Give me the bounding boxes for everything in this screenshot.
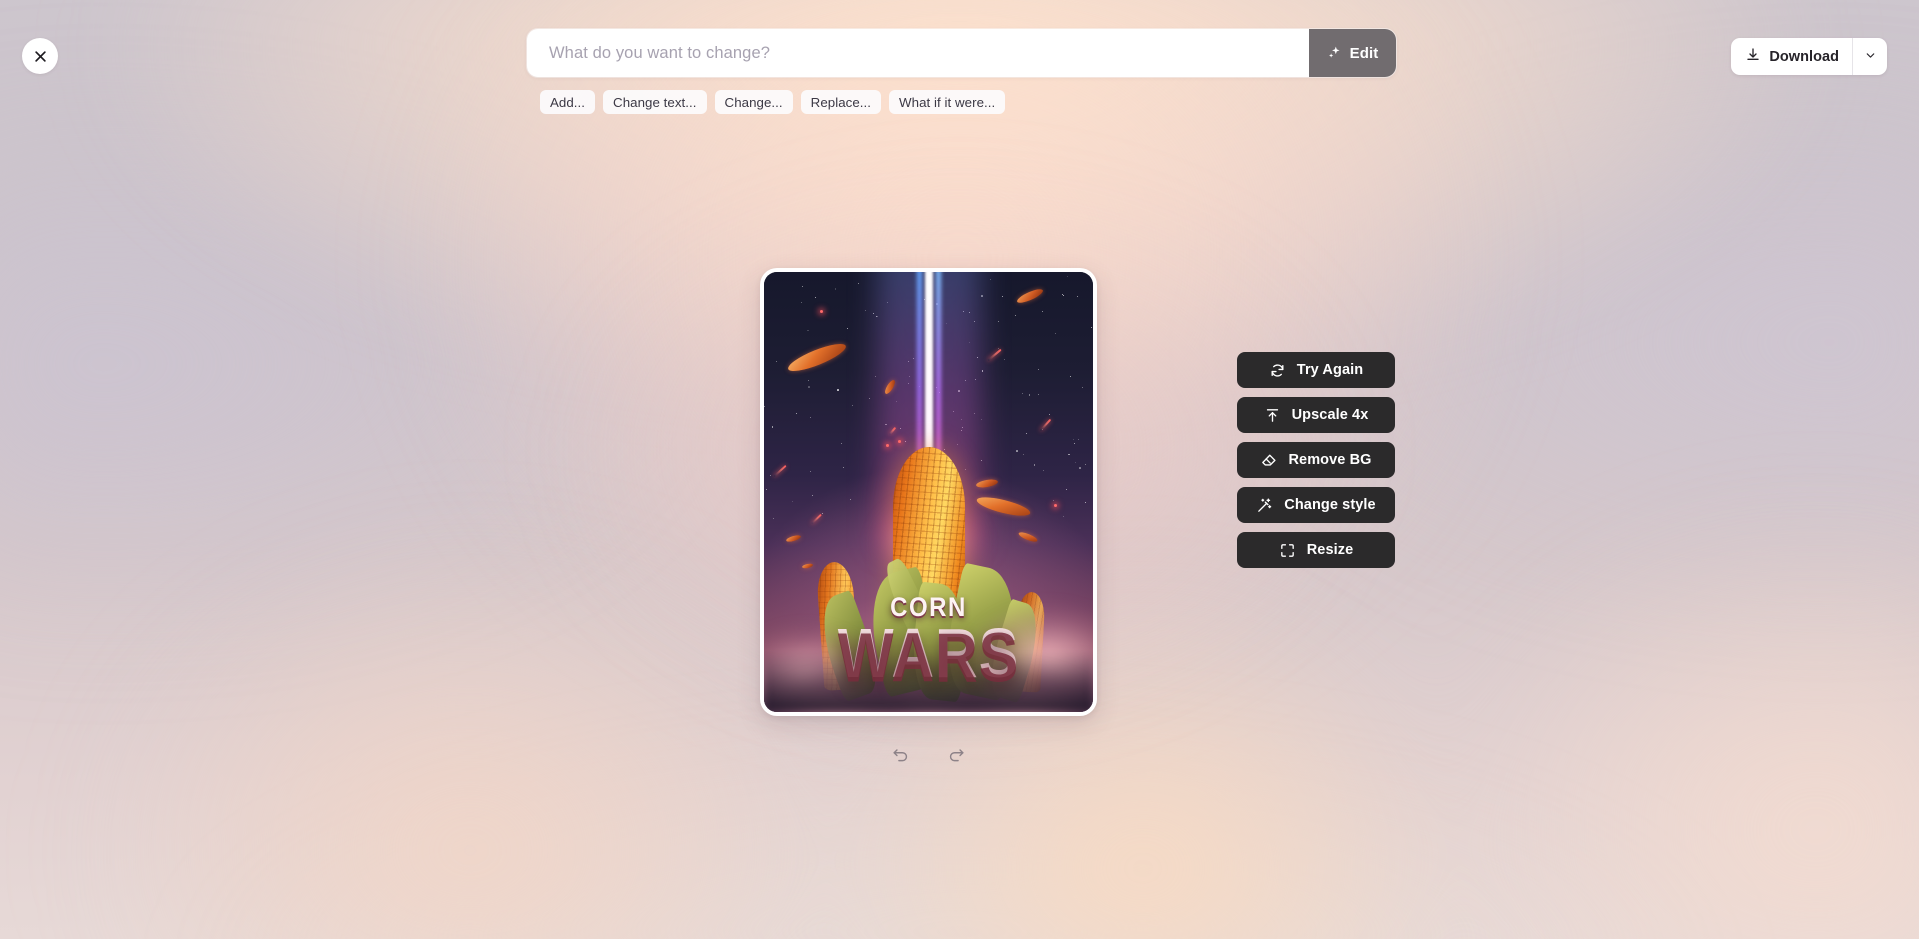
change-style-button[interactable]: Change style	[1237, 487, 1395, 523]
redo-button[interactable]	[942, 742, 972, 772]
upscale-arrow-icon	[1264, 407, 1281, 424]
magic-wand-icon	[1256, 497, 1273, 514]
poster-title-line2: WARS	[764, 613, 1093, 693]
upscale-button[interactable]: Upscale 4x	[1237, 397, 1395, 433]
refresh-icon	[1269, 362, 1286, 379]
generated-image: CORN WARS WARS	[764, 272, 1093, 712]
redo-arrow-icon	[947, 746, 966, 768]
resize-corners-icon	[1279, 542, 1296, 559]
history-controls	[760, 742, 1097, 772]
editor-workspace: Edit Add... Change text... Change... Rep…	[0, 0, 1919, 939]
image-actions-panel: Try Again Upscale 4x Remove BG Change st…	[1237, 352, 1395, 568]
eraser-icon	[1260, 452, 1277, 469]
canvas-area: CORN WARS WARS	[0, 0, 1919, 939]
try-again-button[interactable]: Try Again	[1237, 352, 1395, 388]
undo-button[interactable]	[886, 742, 916, 772]
remove-bg-label: Remove BG	[1288, 452, 1372, 468]
resize-label: Resize	[1306, 542, 1354, 558]
undo-arrow-icon	[891, 746, 910, 768]
generated-image-card[interactable]: CORN WARS WARS	[760, 268, 1097, 716]
upscale-label: Upscale 4x	[1291, 407, 1369, 423]
change-style-label: Change style	[1284, 497, 1376, 513]
try-again-label: Try Again	[1296, 362, 1364, 378]
remove-bg-button[interactable]: Remove BG	[1237, 442, 1395, 478]
resize-button[interactable]: Resize	[1237, 532, 1395, 568]
